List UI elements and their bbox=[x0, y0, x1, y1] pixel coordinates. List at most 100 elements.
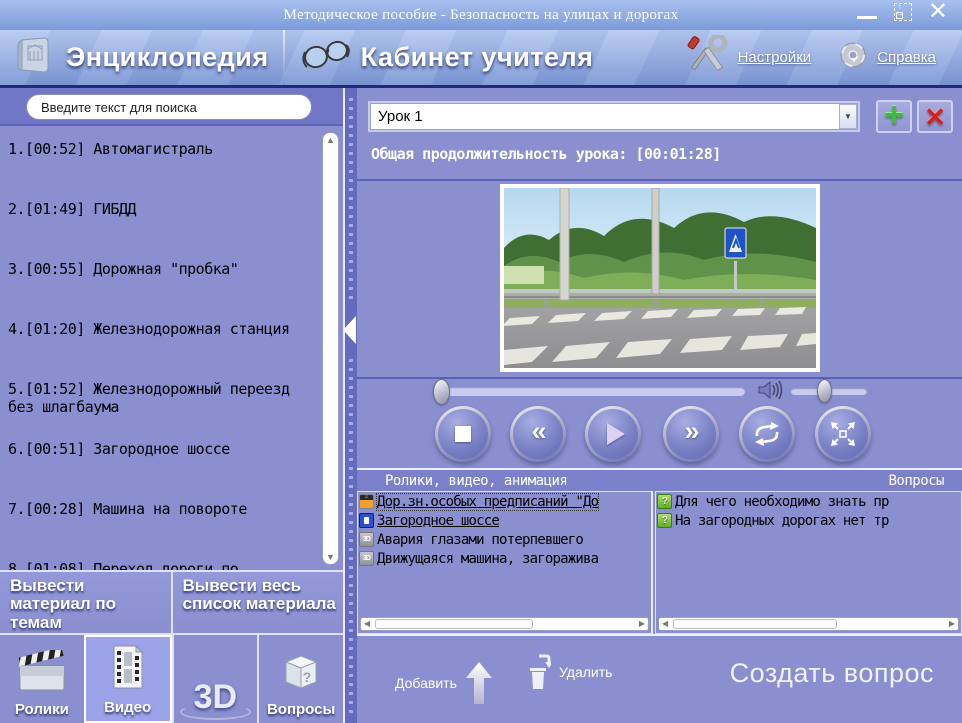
3d-icon: 3D bbox=[194, 680, 237, 714]
window-controls: ↑→ ✕ bbox=[856, 2, 948, 22]
question-box-icon: ? bbox=[278, 650, 324, 697]
film-icon bbox=[108, 644, 148, 695]
loop-button[interactable] bbox=[739, 406, 795, 462]
add-label: Добавить bbox=[395, 675, 457, 691]
teacher-cabinet-button[interactable]: Кабинет учителя bbox=[285, 30, 608, 85]
topic-list: 1.[00:52] Автомагистраль 2.[01:49] ГИБДД… bbox=[0, 126, 319, 570]
left-buttons: Вывести материал по темам Вывести весь с… bbox=[0, 570, 343, 635]
cd-icon bbox=[839, 41, 867, 74]
delete-lesson-button[interactable]: ✕ bbox=[917, 100, 953, 133]
tab-video-label: Видео bbox=[104, 699, 151, 716]
window-titlebar: Методическое пособие - Безопасность на у… bbox=[0, 0, 962, 30]
media-list-item[interactable]: Дор.зн.особых предписаний "До bbox=[358, 492, 651, 511]
stop-button[interactable] bbox=[435, 406, 491, 462]
topic-list-item[interactable]: 5.[01:52] Железнодорожный переезд без шл… bbox=[8, 380, 315, 440]
tab-voprosy-label: Вопросы bbox=[267, 701, 335, 718]
close-button[interactable]: ✕ bbox=[928, 2, 948, 22]
splitter-grip-icon bbox=[349, 98, 353, 713]
add-lesson-button[interactable]: + bbox=[876, 100, 912, 133]
stop-icon bbox=[455, 426, 471, 442]
book-icon bbox=[14, 34, 56, 81]
scrollbar-thumb[interactable] bbox=[375, 619, 533, 629]
lists-header: Ролики, видео, анимация Вопросы bbox=[357, 470, 962, 491]
volume-slider-thumb[interactable] bbox=[817, 379, 832, 403]
tab-roliki[interactable]: Ролики bbox=[0, 635, 84, 723]
restore-button[interactable]: ↑→ bbox=[894, 3, 912, 21]
topic-list-item[interactable]: 4.[01:20] Железнодорожная станция bbox=[8, 320, 315, 380]
topic-list-item[interactable]: 6.[00:51] Загородное шоссе bbox=[8, 440, 315, 500]
tab-3d[interactable]: 3D bbox=[172, 635, 258, 723]
rewind-icon: « bbox=[531, 418, 544, 445]
up-arrow-icon bbox=[465, 660, 493, 706]
scrollbar-thumb[interactable] bbox=[324, 147, 337, 550]
forward-button[interactable]: » bbox=[663, 406, 719, 462]
add-button[interactable]: Добавить bbox=[395, 660, 493, 706]
collapse-panel-arrow-icon[interactable] bbox=[343, 316, 356, 344]
play-button[interactable] bbox=[585, 406, 641, 462]
panel-splitter[interactable] bbox=[345, 88, 357, 723]
topic-list-item[interactable]: 3.[00:55] Дорожная "пробка" bbox=[8, 260, 315, 320]
bottom-action-bar: Добавить Удалить Создать вопрос bbox=[357, 636, 962, 723]
media-type-tabbar: Ролики bbox=[0, 635, 343, 723]
trash-icon bbox=[525, 654, 551, 690]
show-full-material-list-button[interactable]: Вывести весь список материала bbox=[171, 572, 344, 633]
scroll-left-icon[interactable]: ◀ bbox=[364, 619, 370, 628]
minimize-button[interactable] bbox=[856, 2, 878, 22]
media-list-hscrollbar[interactable]: ◀ ▶ bbox=[360, 617, 649, 631]
glasses-icon bbox=[299, 35, 351, 80]
encyclopedia-button[interactable]: Энциклопедия bbox=[0, 30, 283, 85]
seek-slider-thumb[interactable] bbox=[433, 379, 450, 405]
search-input[interactable] bbox=[26, 94, 312, 120]
scroll-right-icon[interactable]: ▶ bbox=[639, 619, 645, 628]
plus-icon: + bbox=[884, 98, 904, 132]
topic-list-item[interactable]: 1.[00:52] Автомагистраль bbox=[8, 140, 315, 200]
app-window: Методическое пособие - Безопасность на у… bbox=[0, 0, 962, 723]
rewind-button[interactable]: « bbox=[510, 406, 566, 462]
divider bbox=[357, 377, 962, 379]
chevron-down-icon[interactable]: ▼ bbox=[839, 104, 857, 129]
tab-voprosy[interactable]: ? Вопросы bbox=[257, 635, 343, 723]
fullscreen-button[interactable] bbox=[815, 406, 871, 462]
lesson-select[interactable]: Урок 1 ▼ bbox=[368, 101, 860, 132]
question-list-item[interactable]: Для чего необходимо знать пр bbox=[656, 492, 961, 511]
delete-button[interactable]: Удалить bbox=[525, 654, 612, 690]
seek-slider-track[interactable] bbox=[439, 387, 745, 396]
scroll-down-icon[interactable]: ▼ bbox=[323, 552, 338, 562]
question-list-header: Вопросы bbox=[888, 473, 962, 489]
media-list-item[interactable]: Загородное шоссе bbox=[358, 511, 651, 530]
volume-icon[interactable] bbox=[757, 378, 787, 407]
scroll-left-icon[interactable]: ◀ bbox=[662, 619, 668, 628]
question-list-hscrollbar[interactable]: ◀ ▶ bbox=[658, 617, 959, 631]
teacher-cabinet-label: Кабинет учителя bbox=[361, 42, 594, 73]
scroll-up-icon[interactable]: ▲ bbox=[323, 135, 338, 145]
settings-label: Настройки bbox=[738, 49, 812, 66]
svg-text:?: ? bbox=[303, 669, 312, 685]
media-item-icon bbox=[359, 532, 374, 547]
media-list-item[interactable]: Авария глазами потерпевшего bbox=[358, 530, 651, 549]
window-title: Методическое пособие - Безопасность на у… bbox=[284, 7, 679, 24]
lesson-select-value: Урок 1 bbox=[370, 108, 839, 125]
question-list: Для чего необходимо знать пр На загородн… bbox=[655, 491, 962, 634]
tab-video[interactable]: Видео bbox=[84, 635, 172, 723]
topic-list-item[interactable]: 8.[01:08] Переход дороги по надземному п… bbox=[8, 560, 315, 570]
clapperboard-icon bbox=[16, 650, 68, 697]
media-item-icon bbox=[359, 551, 374, 566]
scrollbar-thumb[interactable] bbox=[673, 619, 837, 629]
red-x-icon: ✕ bbox=[924, 104, 946, 130]
fullscreen-icon bbox=[830, 421, 856, 447]
delete-label: Удалить bbox=[559, 664, 612, 680]
loop-icon bbox=[752, 422, 782, 446]
settings-button[interactable]: Настройки bbox=[670, 30, 826, 85]
tab-roliki-label: Ролики bbox=[15, 701, 69, 718]
question-list-item[interactable]: На загородных дорогах нет тр bbox=[656, 511, 961, 530]
scroll-right-icon[interactable]: ▶ bbox=[949, 619, 955, 628]
lesson-duration-label: Общая продолжительность урока: [00:01:28… bbox=[371, 145, 721, 163]
media-list-item[interactable]: Движущаяся машина, загоражива bbox=[358, 549, 651, 568]
media-item-icon bbox=[359, 494, 374, 509]
topic-list-item[interactable]: 7.[00:28] Машина на повороте bbox=[8, 500, 315, 560]
help-button[interactable]: Справка bbox=[825, 30, 962, 85]
topic-list-item[interactable]: 2.[01:49] ГИБДД bbox=[8, 200, 315, 260]
show-material-by-topics-button[interactable]: Вывести материал по темам bbox=[0, 572, 171, 633]
topic-list-scrollbar[interactable]: ▲ ▼ bbox=[322, 132, 339, 565]
create-question-button[interactable]: Создать вопрос bbox=[730, 658, 934, 689]
